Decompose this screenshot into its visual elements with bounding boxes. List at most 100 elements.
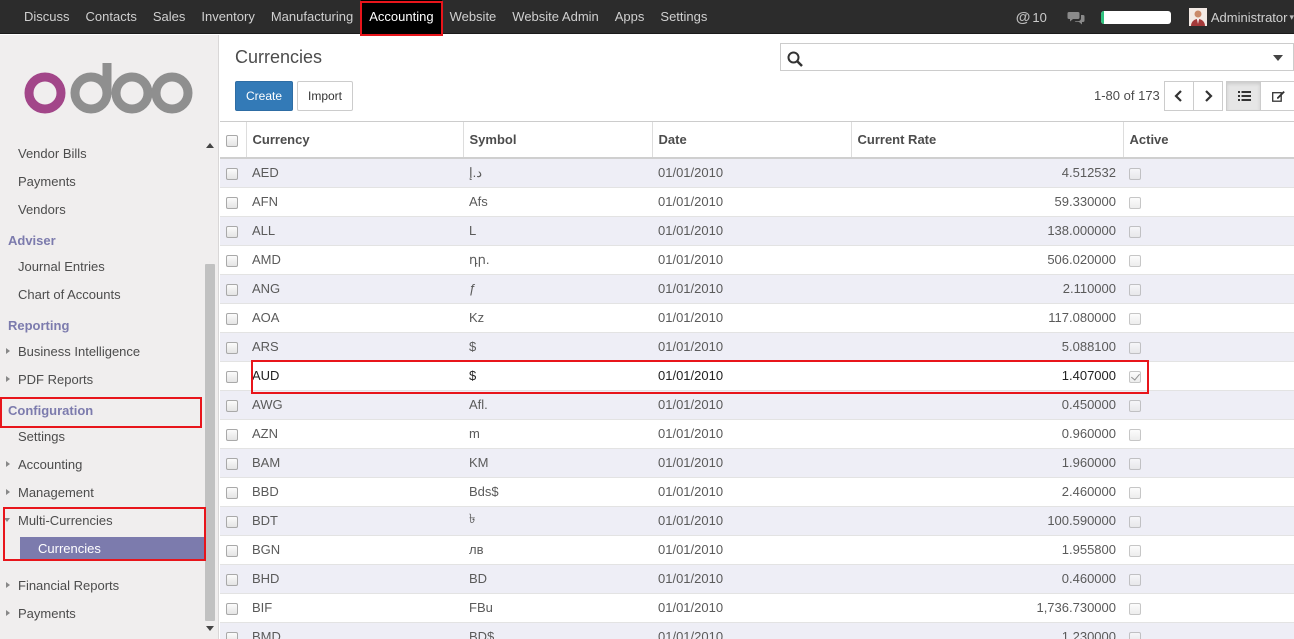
row-checkbox[interactable]: [226, 196, 238, 209]
column-header-currency[interactable]: Currency: [246, 122, 464, 159]
menu-accounting[interactable]: Accounting: [361, 0, 442, 34]
table-row[interactable]: AOA Kz 01/01/2010 117.080000: [220, 303, 1294, 333]
search-options-dropdown-icon[interactable]: [1273, 55, 1283, 61]
pager-previous-button[interactable]: [1164, 81, 1194, 111]
menu-sales[interactable]: Sales: [145, 0, 194, 34]
at-icon: @: [1015, 8, 1031, 26]
list-view-button[interactable]: [1226, 81, 1261, 111]
scrollbar-thumb[interactable]: [205, 264, 215, 621]
table-row[interactable]: AWG Afl. 01/01/2010 0.450000: [220, 390, 1294, 420]
systray: @ 10 Administrator ▾: [1016, 0, 1294, 34]
table-row[interactable]: BBD Bds$ 01/01/2010 2.460000: [220, 477, 1294, 507]
sidebar-item-settings[interactable]: Settings: [18, 429, 65, 444]
sidebar-item-accounting[interactable]: Accounting: [18, 457, 82, 472]
sidebar-item-pdf-reports[interactable]: PDF Reports: [18, 372, 93, 387]
table-header-row: Currency Symbol Date Current Rate Active: [220, 122, 1294, 159]
symbol-cell: KM: [463, 448, 652, 478]
row-checkbox[interactable]: [226, 254, 238, 267]
date-cell: 01/01/2010: [652, 303, 851, 333]
scroll-up-icon[interactable]: [206, 143, 214, 148]
pager-value[interactable]: 1-80 of 173: [1094, 88, 1160, 103]
currency-cell: AZN: [246, 419, 463, 449]
sidebar-item-payments-reports[interactable]: Payments: [18, 606, 76, 621]
table-row[interactable]: AFN Afs 01/01/2010 59.330000: [220, 187, 1294, 217]
row-checkbox[interactable]: [226, 167, 238, 180]
table-row[interactable]: BMD BD$ 01/01/2010 1.230000: [220, 622, 1294, 639]
sidebar-scrollbar[interactable]: [204, 139, 216, 639]
menu-manufacturing[interactable]: Manufacturing: [263, 0, 361, 34]
sidebar-item-journal-entries[interactable]: Journal Entries: [18, 259, 105, 274]
menu-discuss[interactable]: Discuss: [16, 0, 78, 34]
list-icon: [1238, 91, 1251, 101]
active-cell: [1123, 332, 1294, 362]
active-cell: [1123, 245, 1294, 275]
chat-icon[interactable]: [1067, 11, 1085, 24]
sidebar-item-financial-reports[interactable]: Financial Reports: [18, 578, 119, 593]
table-row[interactable]: AUD $01/01/2010 1.407000: [220, 361, 1294, 391]
symbol-cell: Kz: [463, 303, 652, 333]
odoo-logo[interactable]: [22, 61, 197, 123]
table-row[interactable]: AMD դր. 01/01/2010 506.020000: [220, 245, 1294, 275]
pager-next-button[interactable]: [1193, 81, 1223, 111]
table-row[interactable]: BIF FBu 01/01/2010 1,736.730000: [220, 593, 1294, 623]
row-checkbox[interactable]: [226, 370, 238, 383]
sidebar-item-currencies[interactable]: Currencies: [20, 537, 204, 561]
table-row[interactable]: BAM KM 01/01/2010 1.960000: [220, 448, 1294, 478]
column-header-active[interactable]: Active: [1123, 122, 1294, 159]
sidebar-item-business-intelligence[interactable]: Business Intelligence: [18, 344, 140, 359]
search-input[interactable]: [780, 43, 1294, 71]
row-checkbox[interactable]: [226, 399, 238, 412]
table-row[interactable]: BGN лв 01/01/2010 1.955800: [220, 535, 1294, 565]
sidebar-item-multi-currencies[interactable]: Multi-Currencies: [18, 513, 113, 528]
table-row[interactable]: AZN m 01/01/2010 0.960000: [220, 419, 1294, 449]
row-checkbox[interactable]: [226, 602, 238, 615]
menu-contacts[interactable]: Contacts: [78, 0, 145, 34]
avatar[interactable]: [1188, 8, 1207, 26]
active-checkbox: [1129, 515, 1141, 528]
row-checkbox[interactable]: [226, 428, 238, 441]
table-row[interactable]: ARS $01/01/2010 5.088100: [220, 332, 1294, 362]
menu-website-admin[interactable]: Website Admin: [504, 0, 606, 34]
row-checkbox[interactable]: [226, 283, 238, 296]
row-checkbox[interactable]: [226, 631, 238, 639]
create-button[interactable]: Create: [235, 81, 293, 111]
row-checkbox[interactable]: [226, 544, 238, 557]
page-title: Currencies: [235, 47, 323, 67]
active-cell: [1123, 187, 1294, 217]
menu-settings[interactable]: Settings: [652, 0, 715, 34]
select-all-checkbox[interactable]: [226, 134, 238, 147]
sidebar-item-chart-of-accounts[interactable]: Chart of Accounts: [18, 287, 121, 302]
user-name[interactable]: Administrator: [1211, 10, 1288, 25]
column-header-date[interactable]: Date: [652, 122, 852, 159]
row-checkbox[interactable]: [226, 573, 238, 586]
table-row[interactable]: AED د.إ 01/01/2010 4.512532: [220, 158, 1294, 188]
row-checkbox[interactable]: [226, 486, 238, 499]
table-row[interactable]: ANG ƒ 01/01/2010 2.110000: [220, 274, 1294, 304]
menu-apps[interactable]: Apps: [607, 0, 653, 34]
table-row[interactable]: BHD BD 01/01/2010 0.460000: [220, 564, 1294, 594]
caret-right-icon: [6, 489, 10, 495]
table-row[interactable]: BDT ৳ 01/01/2010 100.590000: [220, 506, 1294, 536]
mentions-button[interactable]: @ 10: [1016, 9, 1047, 26]
row-checkbox[interactable]: [226, 457, 238, 470]
sidebar-item-payments[interactable]: Payments: [18, 174, 76, 189]
column-header-current-rate[interactable]: Current Rate: [851, 122, 1124, 159]
import-button[interactable]: Import: [297, 81, 353, 111]
symbol-cell: Afs: [463, 187, 652, 217]
sidebar-item-vendors[interactable]: Vendors: [18, 202, 66, 217]
column-header-symbol[interactable]: Symbol: [463, 122, 653, 159]
row-checkbox[interactable]: [226, 225, 238, 238]
table-row[interactable]: ALL L 01/01/2010 138.000000: [220, 216, 1294, 246]
sidebar-item-vendor-bills[interactable]: Vendor Bills: [18, 146, 87, 161]
menu-inventory[interactable]: Inventory: [193, 0, 262, 34]
sidebar-item-management[interactable]: Management: [18, 485, 94, 500]
row-checkbox[interactable]: [226, 312, 238, 325]
row-checkbox[interactable]: [226, 515, 238, 528]
active-checkbox: [1129, 486, 1141, 499]
top-navbar: Discuss Contacts Sales Inventory Manufac…: [0, 0, 1294, 34]
row-checkbox[interactable]: [226, 341, 238, 354]
menu-website[interactable]: Website: [442, 0, 505, 34]
rate-cell: 2.460000: [851, 477, 1123, 507]
form-view-button[interactable]: [1260, 81, 1294, 111]
scroll-down-icon[interactable]: [206, 626, 214, 631]
